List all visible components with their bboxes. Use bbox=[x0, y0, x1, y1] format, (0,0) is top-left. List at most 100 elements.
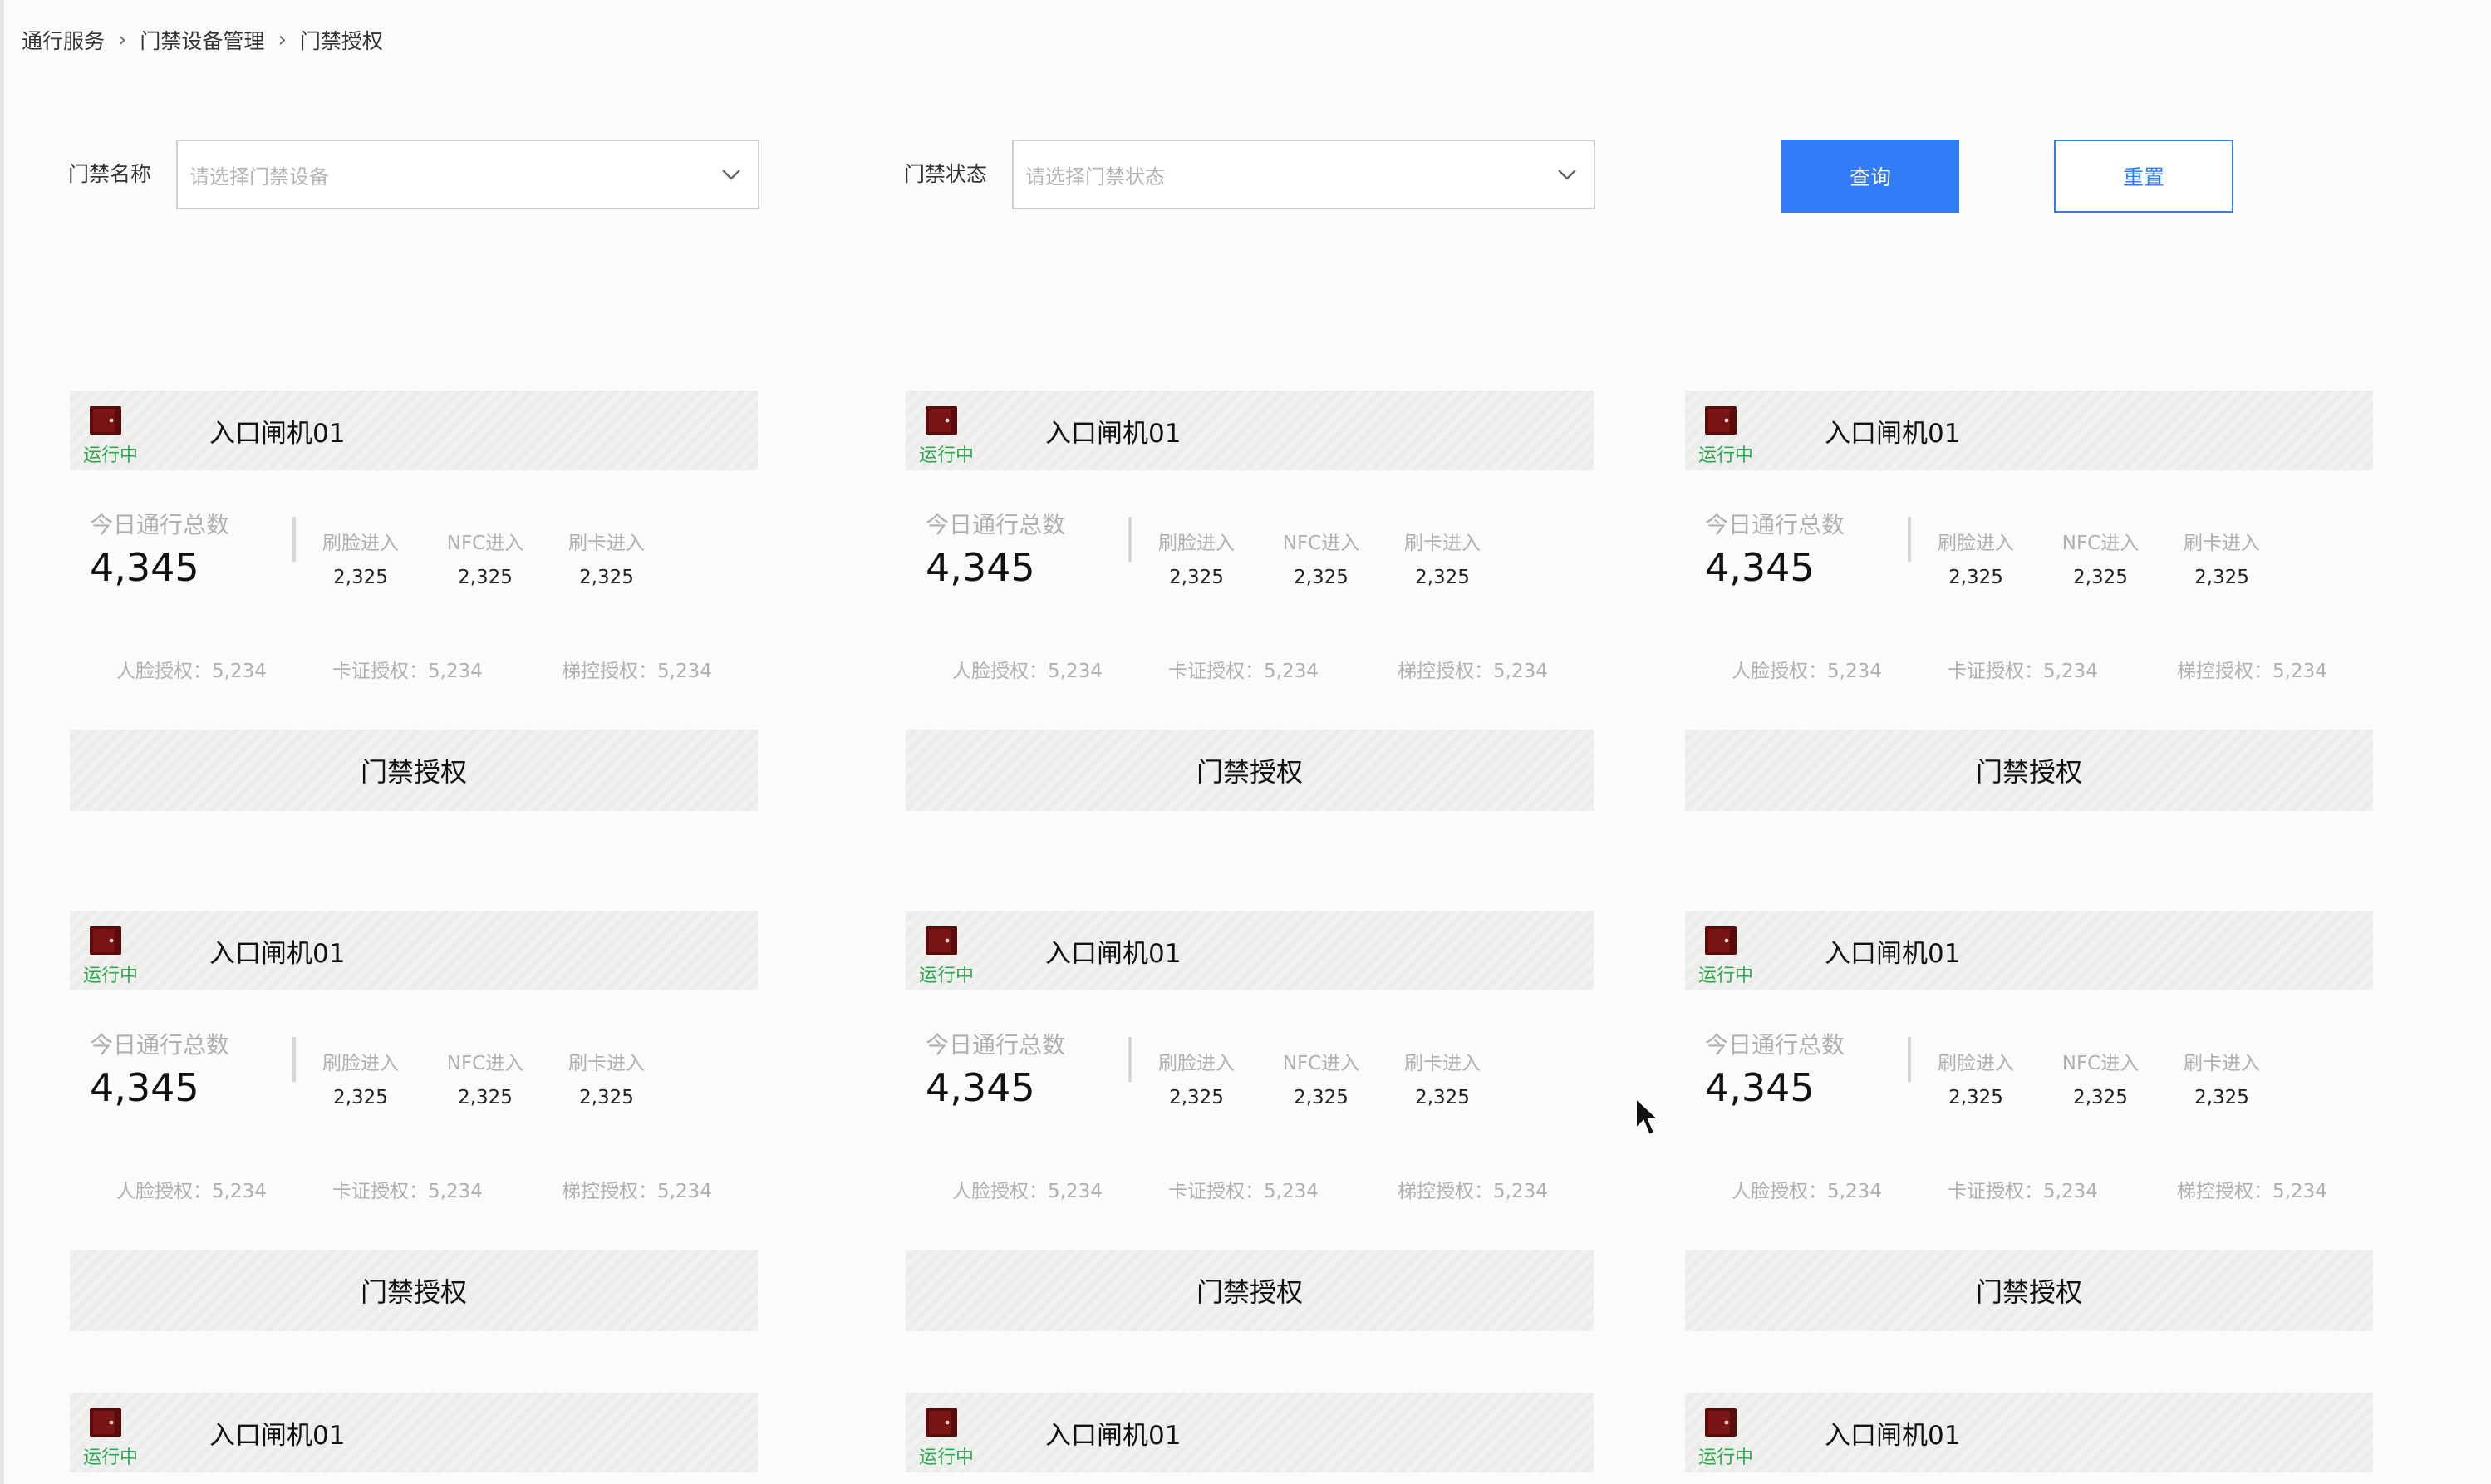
nfc-entry-label: NFC进入 bbox=[2061, 533, 2140, 554]
face-auth-count: 人脸授权：5,234 bbox=[1732, 1181, 1882, 1202]
device-status-placeholder: 请选择门禁状态 bbox=[1025, 165, 1165, 189]
nfc-entry-value: 2,325 bbox=[458, 567, 513, 588]
divider bbox=[1908, 1037, 1911, 1082]
card-auth-count: 卡证授权：5,234 bbox=[332, 1181, 483, 1202]
door-icon bbox=[90, 1408, 121, 1437]
status-filter-label: 门禁状态 bbox=[904, 162, 988, 186]
card-entry-value: 2,325 bbox=[2194, 567, 2249, 588]
card-entry-label: 刷卡进入 bbox=[1404, 1053, 1481, 1074]
face-auth-count: 人脸授权：5,234 bbox=[952, 1181, 1103, 1202]
face-entry-label: 刷脸进入 bbox=[1158, 1053, 1235, 1074]
device-name: 入口闸机01 bbox=[1825, 1421, 1961, 1451]
card-header: 运行中 入口闸机01 bbox=[906, 911, 1594, 990]
access-authorize-button[interactable]: 门禁授权 bbox=[70, 730, 758, 811]
device-name: 入口闸机01 bbox=[1045, 1421, 1182, 1451]
status-badge: 运行中 bbox=[919, 1447, 975, 1468]
face-entry-metric: 刷脸进入 2,325 bbox=[311, 1047, 410, 1108]
door-icon bbox=[90, 926, 121, 955]
card-auth-count: 卡证授权：5,234 bbox=[1168, 661, 1319, 682]
reset-button[interactable]: 重置 bbox=[2054, 140, 2233, 213]
status-badge: 运行中 bbox=[1698, 966, 1754, 986]
card-entry-label: 刷卡进入 bbox=[1404, 533, 1481, 554]
nfc-entry-metric: NFC进入 2,325 bbox=[435, 1047, 535, 1108]
query-button[interactable]: 查询 bbox=[1781, 140, 1959, 213]
face-entry-value: 2,325 bbox=[333, 567, 388, 588]
device-status-select[interactable]: 请选择门禁状态 bbox=[1012, 140, 1595, 209]
card-header: 运行中 入口闸机01 bbox=[70, 911, 758, 990]
breadcrumb-item-current: 门禁授权 bbox=[299, 29, 383, 53]
card-entry-metric: 刷卡进入 2,325 bbox=[2172, 527, 2272, 588]
card-entry-value: 2,325 bbox=[579, 1087, 634, 1108]
door-icon bbox=[1705, 1408, 1737, 1437]
breadcrumb: 通行服务 › 门禁设备管理 › 门禁授权 bbox=[22, 23, 383, 57]
card-header: 运行中 入口闸机01 bbox=[70, 1393, 758, 1472]
face-entry-label: 刷脸进入 bbox=[322, 533, 399, 554]
face-entry-metric: 刷脸进入 2,325 bbox=[311, 527, 410, 588]
device-name: 入口闸机01 bbox=[1825, 419, 1961, 449]
nfc-entry-metric: NFC进入 2,325 bbox=[1271, 1047, 1371, 1108]
breadcrumb-item-service[interactable]: 通行服务 bbox=[22, 25, 105, 55]
today-total-value: 4,345 bbox=[1705, 545, 1815, 590]
divider bbox=[1128, 517, 1132, 562]
today-total-label: 今日通行总数 bbox=[926, 1031, 1066, 1059]
today-total-label: 今日通行总数 bbox=[926, 511, 1066, 538]
door-icon bbox=[926, 1408, 957, 1437]
divider bbox=[292, 517, 296, 562]
today-total-label: 今日通行总数 bbox=[1705, 1031, 1845, 1059]
door-icon bbox=[1705, 406, 1737, 435]
face-entry-label: 刷脸进入 bbox=[322, 1053, 399, 1074]
device-name: 入口闸机01 bbox=[1045, 419, 1182, 449]
divider bbox=[1908, 517, 1911, 562]
face-entry-metric: 刷脸进入 2,325 bbox=[1147, 527, 1246, 588]
card-header: 运行中 入口闸机01 bbox=[1685, 391, 2373, 470]
card-auth-count: 卡证授权：5,234 bbox=[1948, 661, 2098, 682]
status-badge: 运行中 bbox=[1698, 1447, 1754, 1468]
nfc-entry-metric: NFC进入 2,325 bbox=[1271, 527, 1371, 588]
access-authorize-button[interactable]: 门禁授权 bbox=[906, 1250, 1594, 1331]
face-entry-metric: 刷脸进入 2,325 bbox=[1147, 1047, 1246, 1108]
nfc-entry-metric: NFC进入 2,325 bbox=[2051, 527, 2150, 588]
device-name-select[interactable]: 请选择门禁设备 bbox=[176, 140, 759, 209]
device-name: 入口闸机01 bbox=[1045, 939, 1182, 969]
chevron-down-icon bbox=[722, 170, 740, 180]
card-entry-value: 2,325 bbox=[1415, 567, 1470, 588]
face-auth-count: 人脸授权：5,234 bbox=[116, 661, 267, 682]
breadcrumb-item-device-management[interactable]: 门禁设备管理 bbox=[140, 25, 264, 55]
elevator-auth-count: 梯控授权：5,234 bbox=[1398, 1181, 1548, 1202]
today-total-label: 今日通行总数 bbox=[1705, 511, 1845, 538]
nfc-entry-value: 2,325 bbox=[2073, 1087, 2128, 1108]
divider bbox=[1128, 1037, 1132, 1082]
device-name-placeholder: 请选择门禁设备 bbox=[189, 165, 329, 189]
status-badge: 运行中 bbox=[83, 1447, 139, 1468]
today-total-value: 4,345 bbox=[926, 1065, 1035, 1110]
status-badge: 运行中 bbox=[83, 966, 139, 986]
face-entry-label: 刷脸进入 bbox=[1158, 533, 1235, 554]
page-left-border bbox=[0, 0, 4, 1484]
status-badge: 运行中 bbox=[919, 445, 975, 466]
face-entry-value: 2,325 bbox=[1948, 1087, 2003, 1108]
face-entry-value: 2,325 bbox=[1169, 567, 1224, 588]
chevron-right-icon: › bbox=[278, 27, 287, 52]
access-authorize-button[interactable]: 门禁授权 bbox=[906, 730, 1594, 811]
card-header: 运行中 入口闸机01 bbox=[1685, 1393, 2373, 1472]
card-entry-metric: 刷卡进入 2,325 bbox=[1393, 527, 1492, 588]
today-total-label: 今日通行总数 bbox=[90, 1031, 230, 1059]
device-name: 入口闸机01 bbox=[209, 419, 346, 449]
access-authorize-button[interactable]: 门禁授权 bbox=[1685, 730, 2373, 811]
access-authorize-button[interactable]: 门禁授权 bbox=[1685, 1250, 2373, 1331]
elevator-auth-count: 梯控授权：5,234 bbox=[2177, 1181, 2327, 1202]
status-badge: 运行中 bbox=[83, 445, 139, 466]
card-header: 运行中 入口闸机01 bbox=[906, 1393, 1594, 1472]
card-entry-value: 2,325 bbox=[2194, 1087, 2249, 1108]
card-header: 运行中 入口闸机01 bbox=[1685, 911, 2373, 990]
nfc-entry-label: NFC进入 bbox=[1282, 533, 1360, 554]
card-entry-label: 刷卡进入 bbox=[2184, 1053, 2260, 1074]
face-auth-count: 人脸授权：5,234 bbox=[116, 1181, 267, 1202]
elevator-auth-count: 梯控授权：5,234 bbox=[562, 661, 712, 682]
mouse-cursor-icon bbox=[1635, 1097, 1661, 1137]
face-auth-count: 人脸授权：5,234 bbox=[952, 661, 1103, 682]
access-authorize-button[interactable]: 门禁授权 bbox=[70, 1250, 758, 1331]
divider bbox=[292, 1037, 296, 1082]
card-entry-metric: 刷卡进入 2,325 bbox=[1393, 1047, 1492, 1108]
chevron-down-icon bbox=[1558, 170, 1576, 180]
